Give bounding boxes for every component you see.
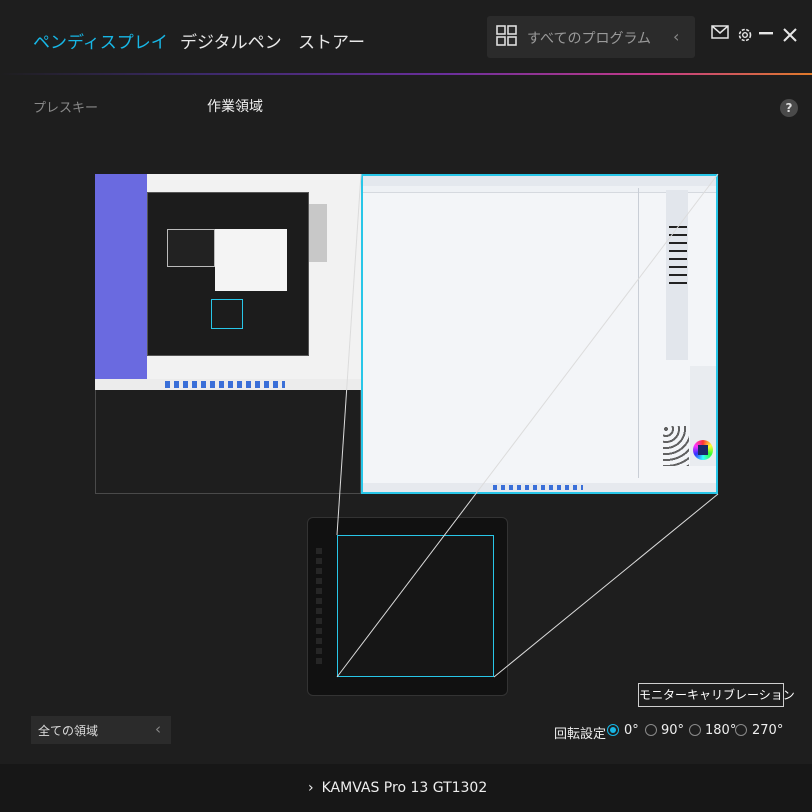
rotation-radio-180[interactable] (689, 724, 701, 736)
rotation-option-90-label[interactable]: 90° (661, 723, 684, 738)
work-area-select[interactable]: 全ての領域 ‹ (31, 716, 171, 744)
rotation-label: 回転設定 (554, 727, 607, 742)
monitor-calibration-button[interactable]: モニターキャリブレーション (638, 683, 795, 707)
rotation-option-0-label[interactable]: 0° (624, 723, 639, 738)
rotation-radio-0[interactable] (607, 724, 619, 736)
rotation-radio-90[interactable] (645, 724, 657, 736)
device-selector[interactable]: › KAMVAS Pro 13 GT1302 (308, 780, 487, 796)
chevron-left-icon: ‹ (155, 720, 161, 738)
rotation-option-270-label[interactable]: 270° (752, 723, 783, 738)
rotation-radio-270[interactable] (735, 724, 747, 736)
work-area-select-value: 全ての領域 (38, 724, 99, 738)
rotation-option-180-label[interactable]: 180° (705, 723, 736, 738)
device-name: KAMVAS Pro 13 GT1302 (321, 780, 488, 796)
chevron-right-icon: › (308, 780, 314, 796)
